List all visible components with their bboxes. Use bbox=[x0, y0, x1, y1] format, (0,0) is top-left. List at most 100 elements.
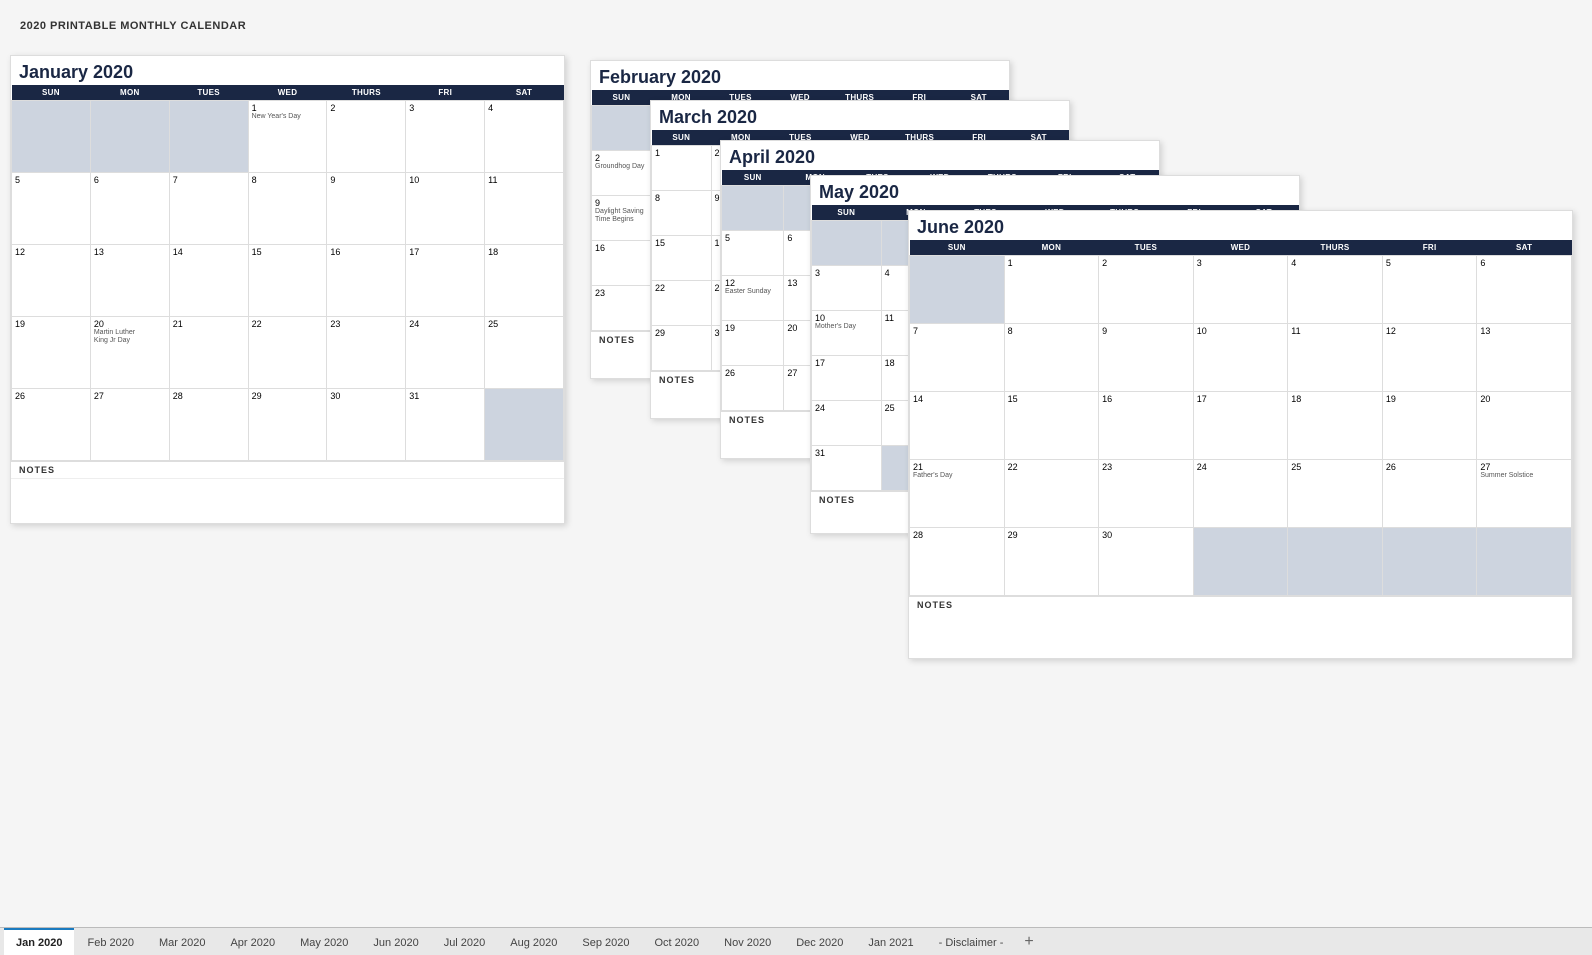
table-row: 3 bbox=[812, 266, 882, 311]
table-row: 2 bbox=[327, 101, 406, 173]
table-row: 7 bbox=[169, 173, 248, 245]
table-row: 16 bbox=[592, 241, 652, 286]
table-row: 24 bbox=[406, 317, 485, 389]
calendar-june: June 2020 SUNMONTUESWEDTHURSFRISAT 1 2 3… bbox=[908, 210, 1573, 659]
table-row: 29 bbox=[652, 326, 712, 371]
may-title: May 2020 bbox=[811, 176, 1299, 205]
feb-title: February 2020 bbox=[591, 61, 1009, 90]
table-row: 24 bbox=[1193, 460, 1288, 528]
tab-disclaimer[interactable]: - Disclaimer - bbox=[927, 928, 1016, 955]
table-row: 23 bbox=[592, 286, 652, 331]
table-row: 20 bbox=[1477, 392, 1572, 460]
table-row: 31 bbox=[406, 389, 485, 461]
tab-jan-2021[interactable]: Jan 2021 bbox=[856, 928, 925, 955]
table-row: 14 bbox=[910, 392, 1005, 460]
col-mon: MON bbox=[90, 85, 169, 101]
col-tue: TUES bbox=[169, 85, 248, 101]
table-row: 22 bbox=[1004, 460, 1099, 528]
page-title: 2020 PRINTABLE MONTHLY CALENDAR bbox=[20, 20, 1572, 32]
jun-grid: SUNMONTUESWEDTHURSFRISAT 1 2 3 4 5 6 7 8… bbox=[909, 240, 1572, 596]
table-row: 9Daylight Saving Time Begins bbox=[592, 196, 652, 241]
table-row: 3 bbox=[1193, 256, 1288, 324]
table-row: 31 bbox=[812, 446, 882, 491]
table-row: 28 bbox=[910, 528, 1005, 596]
table-row: 4 bbox=[1288, 256, 1383, 324]
table-row: 23 bbox=[1099, 460, 1194, 528]
tab-mar-2020[interactable]: Mar 2020 bbox=[147, 928, 217, 955]
table-row: 21 bbox=[169, 317, 248, 389]
table-row: 22 bbox=[248, 317, 327, 389]
table-row: 11 bbox=[485, 173, 564, 245]
tab-nov-2020[interactable]: Nov 2020 bbox=[712, 928, 783, 955]
table-row: 22 bbox=[652, 281, 712, 326]
table-row: 12 bbox=[12, 245, 91, 317]
table-row: 18 bbox=[1288, 392, 1383, 460]
tab-sep-2020[interactable]: Sep 2020 bbox=[570, 928, 641, 955]
table-row: 29 bbox=[1004, 528, 1099, 596]
jun-title: June 2020 bbox=[909, 211, 1572, 240]
col-thu: THURS bbox=[327, 85, 406, 101]
table-row: 15 bbox=[652, 236, 712, 281]
table-row: 29 bbox=[248, 389, 327, 461]
table-row: 9 bbox=[327, 173, 406, 245]
add-tab-button[interactable]: + bbox=[1016, 928, 1041, 955]
tab-apr-2020[interactable]: Apr 2020 bbox=[218, 928, 287, 955]
tab-feb-2020[interactable]: Feb 2020 bbox=[75, 928, 145, 955]
table-row: 16 bbox=[1099, 392, 1194, 460]
tab-jan-2020[interactable]: Jan 2020 bbox=[4, 928, 74, 955]
table-row: 6 bbox=[1477, 256, 1572, 324]
table-row: 2 bbox=[1099, 256, 1194, 324]
col-sun: SUN bbox=[12, 85, 91, 101]
jun-notes: NOTES bbox=[909, 596, 1572, 613]
table-row: 5 bbox=[1382, 256, 1477, 324]
table-row: 26 bbox=[1382, 460, 1477, 528]
apr-title: April 2020 bbox=[721, 141, 1159, 170]
tab-aug-2020[interactable]: Aug 2020 bbox=[498, 928, 569, 955]
tab-oct-2020[interactable]: Oct 2020 bbox=[643, 928, 712, 955]
table-row: 27 bbox=[90, 389, 169, 461]
col-fri: FRI bbox=[406, 85, 485, 101]
table-row: 25 bbox=[485, 317, 564, 389]
table-row bbox=[592, 106, 652, 151]
table-row bbox=[90, 101, 169, 173]
tab-may-2020[interactable]: May 2020 bbox=[288, 928, 360, 955]
table-row: 7 bbox=[910, 324, 1005, 392]
table-row: 1 bbox=[1004, 256, 1099, 324]
table-row: 13 bbox=[1477, 324, 1572, 392]
col-sat: SAT bbox=[485, 85, 564, 101]
table-row: 9 bbox=[1099, 324, 1194, 392]
tab-jul-2020[interactable]: Jul 2020 bbox=[432, 928, 498, 955]
col-wed: WED bbox=[248, 85, 327, 101]
table-row: 8 bbox=[248, 173, 327, 245]
table-row bbox=[169, 101, 248, 173]
table-row: 10Mother's Day bbox=[812, 311, 882, 356]
table-row bbox=[1193, 528, 1288, 596]
table-row: 30 bbox=[327, 389, 406, 461]
table-row: 15 bbox=[1004, 392, 1099, 460]
table-row: 14 bbox=[169, 245, 248, 317]
table-row: 16 bbox=[327, 245, 406, 317]
table-row: 21Father's Day bbox=[910, 460, 1005, 528]
table-row: 17 bbox=[812, 356, 882, 401]
table-row: 15 bbox=[248, 245, 327, 317]
table-row bbox=[1288, 528, 1383, 596]
tab-bar: Jan 2020 Feb 2020 Mar 2020 Apr 2020 May … bbox=[0, 927, 1592, 955]
table-row: 10 bbox=[1193, 324, 1288, 392]
table-row: 18 bbox=[485, 245, 564, 317]
table-row: 28 bbox=[169, 389, 248, 461]
table-row: 12 bbox=[1382, 324, 1477, 392]
table-row: 5 bbox=[722, 231, 784, 276]
table-row bbox=[12, 101, 91, 173]
table-row: 30 bbox=[1099, 528, 1194, 596]
table-row bbox=[1382, 528, 1477, 596]
table-row: 26 bbox=[722, 366, 784, 411]
table-row: 13 bbox=[90, 245, 169, 317]
table-row bbox=[722, 186, 784, 231]
tab-jun-2020[interactable]: Jun 2020 bbox=[361, 928, 430, 955]
tab-dec-2020[interactable]: Dec 2020 bbox=[784, 928, 855, 955]
table-row: 1New Year's Day bbox=[248, 101, 327, 173]
table-row: 20Martin LutherKing Jr Day bbox=[90, 317, 169, 389]
mar-title: March 2020 bbox=[651, 101, 1069, 130]
table-row: 11 bbox=[1288, 324, 1383, 392]
table-row: 19 bbox=[1382, 392, 1477, 460]
